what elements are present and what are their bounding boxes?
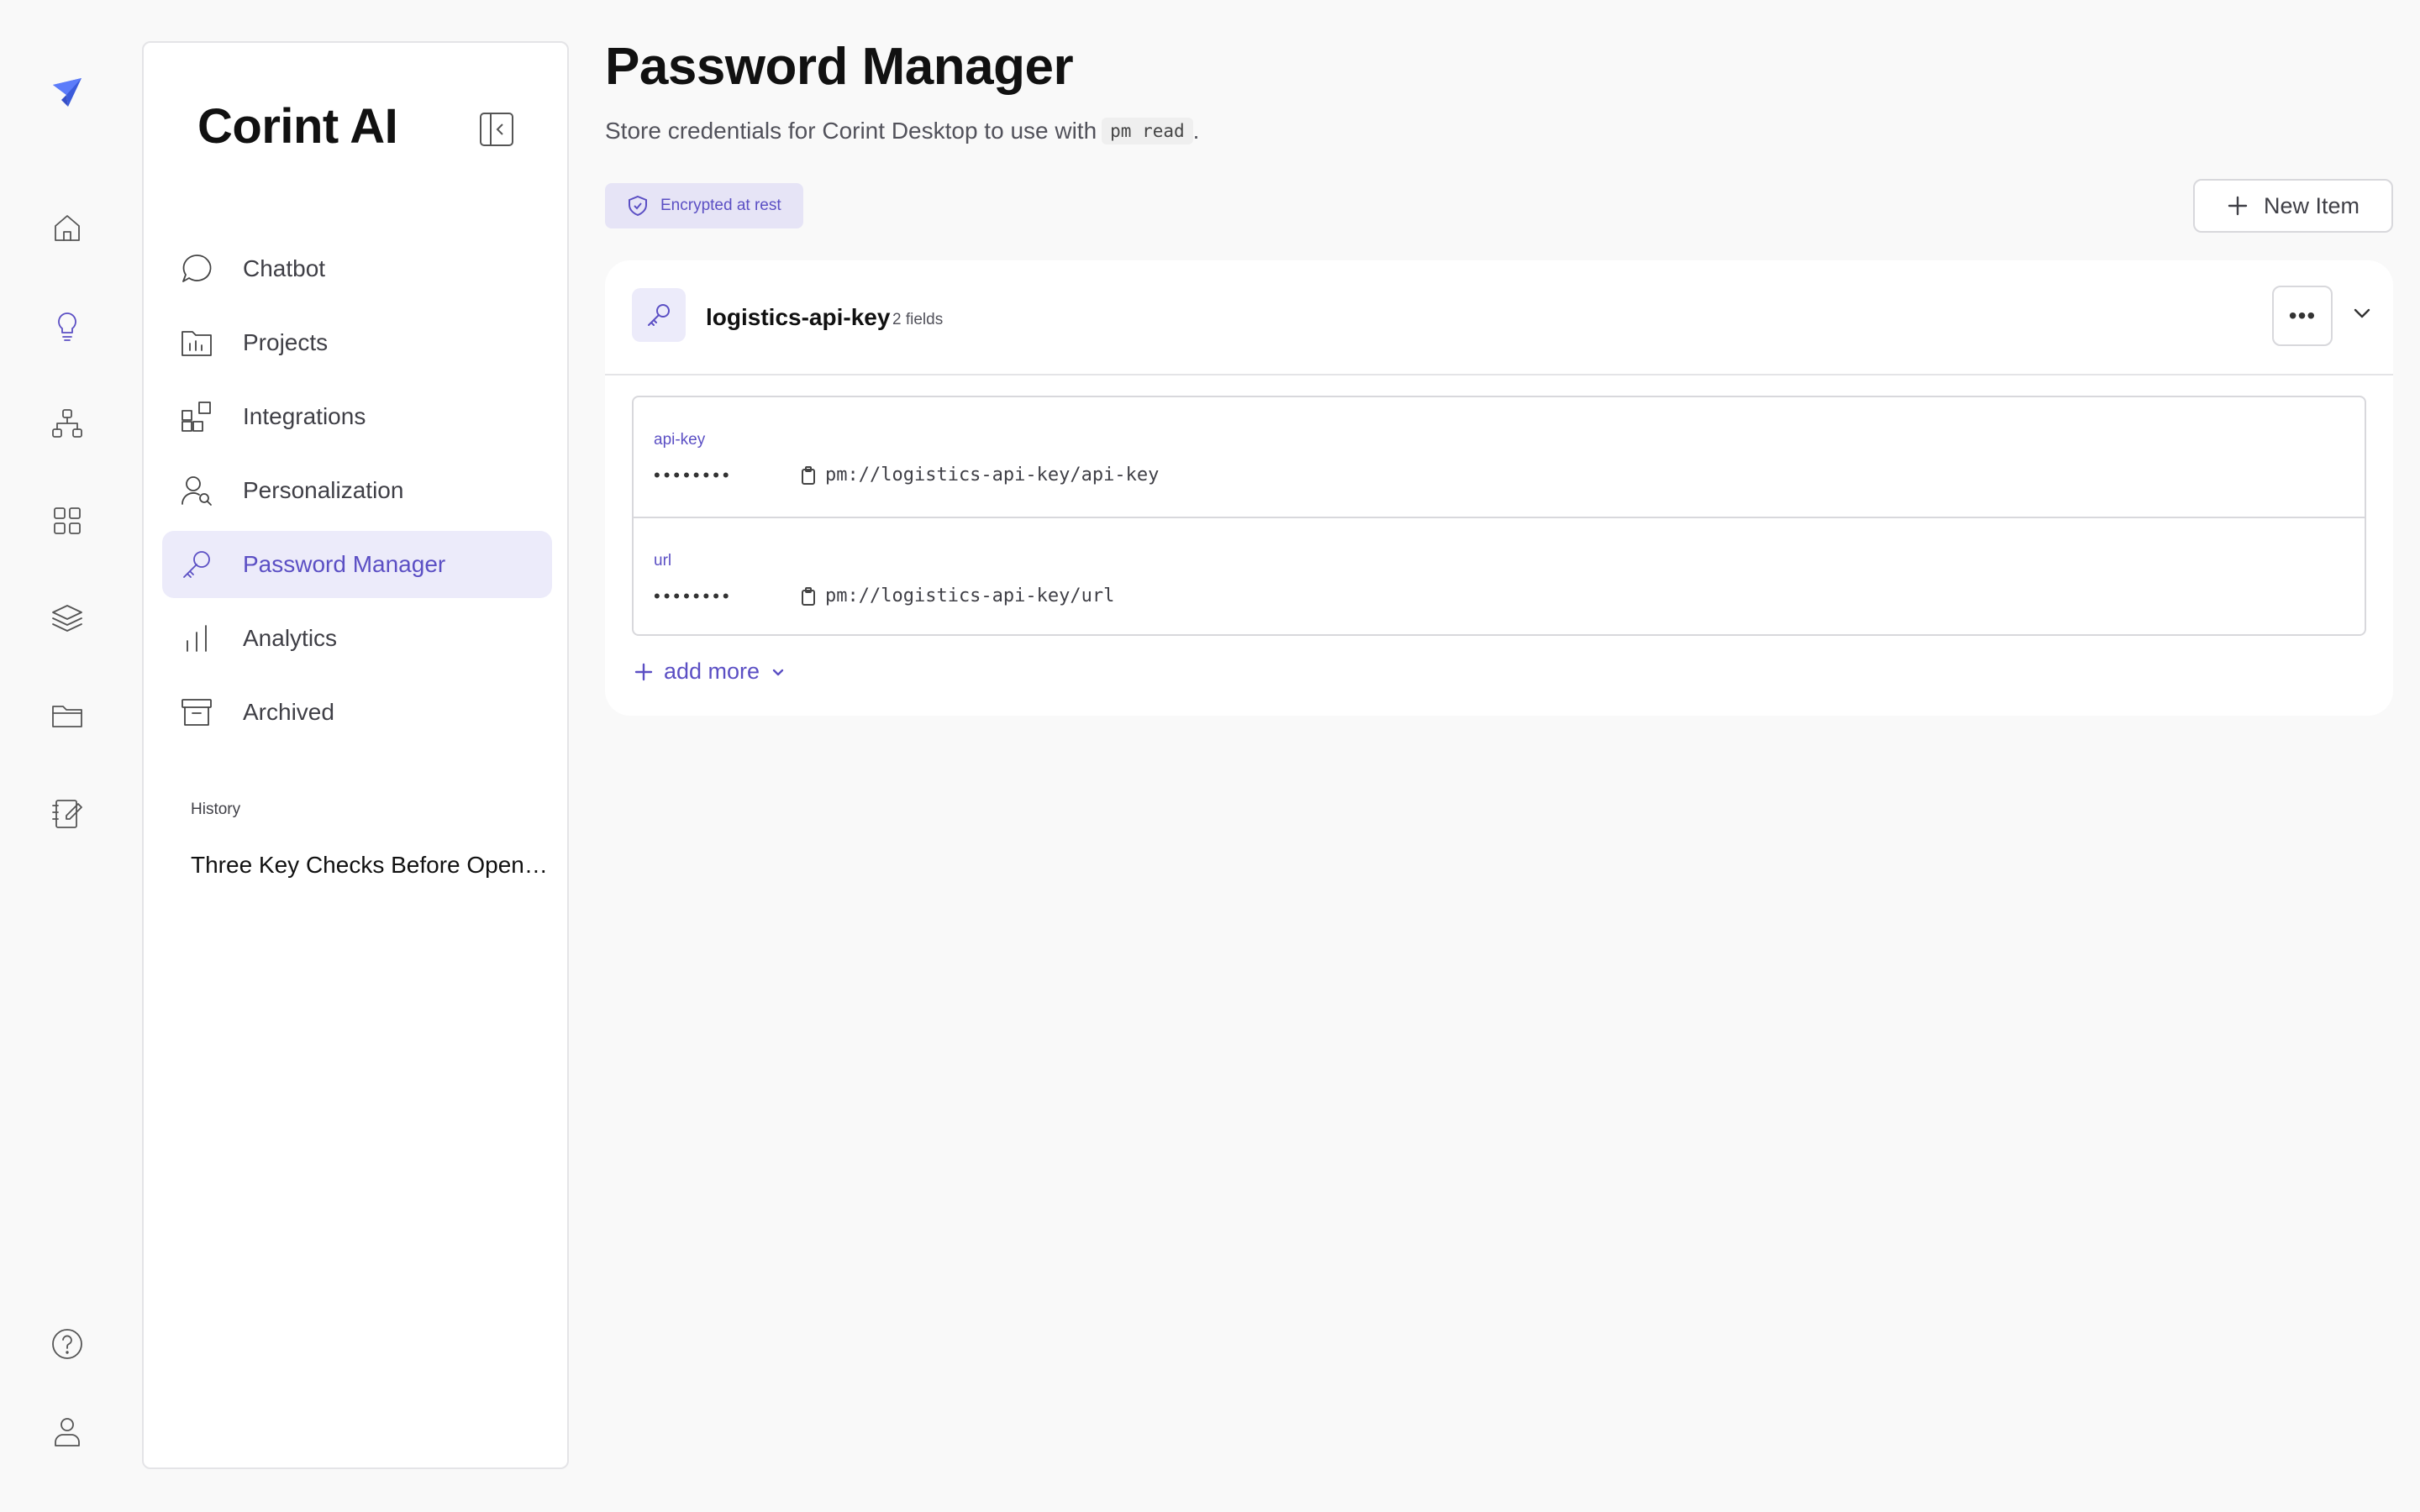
sidebar-item-archived[interactable]: Archived: [162, 679, 552, 746]
masked-value[interactable]: ••••••••: [654, 585, 733, 607]
help-icon[interactable]: [42, 1319, 92, 1369]
page-title: Password Manager: [605, 38, 1074, 96]
history-heading: History: [191, 801, 241, 818]
history-item[interactable]: Three Key Checks Before Opening a Busine…: [191, 852, 552, 879]
field-reference[interactable]: pm://logistics-api-key/api-key: [825, 465, 1159, 486]
logo-icon[interactable]: [42, 67, 92, 118]
field-row-url: url •••••••• pm://logistics-api-key/url: [634, 517, 2365, 634]
new-item-button[interactable]: New Item: [2193, 179, 2393, 233]
sidebar-item-integrations[interactable]: Integrations: [162, 383, 552, 450]
more-options-button[interactable]: •••: [2272, 286, 2333, 346]
field-row-api-key: api-key •••••••• pm://logistics-api-key/…: [634, 397, 2365, 517]
encrypted-badge-label: Encrypted at rest: [660, 197, 781, 214]
credential-name: logistics-api-key: [706, 304, 891, 330]
sidebar-item-label: Chatbot: [243, 255, 326, 281]
chevron-down-icon[interactable]: [2349, 301, 2383, 334]
user-icon[interactable]: [42, 1406, 92, 1457]
add-more-button[interactable]: add more: [634, 659, 786, 685]
collapse-sidebar-icon[interactable]: [477, 110, 516, 149]
credential-card: logistics-api-key 2 fields ••• api-key •…: [605, 260, 2393, 716]
field-label: url: [654, 552, 672, 570]
sidebar-item-label: Projects: [243, 329, 329, 355]
shield-check-icon: [627, 195, 649, 217]
subtitle-text: Store credentials for Corint Desktop to …: [605, 118, 1097, 144]
plus-icon: [2227, 195, 2249, 217]
page-subtitle: Store credentials for Corint Desktop to …: [605, 118, 1199, 144]
sidebar-item-projects[interactable]: Projects: [162, 309, 552, 376]
encrypted-badge: Encrypted at rest: [605, 183, 803, 228]
home-icon[interactable]: [42, 203, 92, 254]
lightbulb-icon[interactable]: [42, 301, 92, 351]
sidebar-item-label: Personalization: [243, 477, 404, 503]
sidebar-item-label: Integrations: [243, 403, 366, 429]
sidebar-item-personalization[interactable]: Personalization: [162, 457, 552, 524]
new-item-label: New Item: [2263, 192, 2360, 218]
edit-note-icon[interactable]: [42, 788, 92, 838]
sidebar-item-label: Archived: [243, 699, 334, 725]
folder-icon[interactable]: [42, 690, 92, 741]
clipboard-icon[interactable]: [798, 465, 820, 487]
clipboard-icon[interactable]: [798, 586, 820, 608]
field-label: api-key: [654, 431, 706, 449]
bar-chart-icon: [179, 621, 214, 656]
projects-folder-icon: [179, 325, 214, 360]
sidebar-item-chatbot[interactable]: Chatbot: [162, 235, 552, 302]
key-icon: [179, 547, 214, 582]
subtitle-suffix: .: [1192, 118, 1200, 144]
archive-icon: [179, 695, 214, 730]
sidebar-item-analytics[interactable]: Analytics: [162, 605, 552, 672]
person-search-icon: [179, 473, 214, 508]
field-reference[interactable]: pm://logistics-api-key/url: [825, 585, 1114, 606]
integrations-icon: [179, 399, 214, 434]
sidebar-nav: Chatbot Projects Integrations Personaliz…: [162, 235, 552, 753]
sitemap-icon[interactable]: [42, 398, 92, 449]
masked-value[interactable]: ••••••••: [654, 465, 733, 486]
chat-bubble-icon: [179, 251, 214, 286]
grid-icon[interactable]: [42, 496, 92, 546]
sidebar-item-password-manager[interactable]: Password Manager: [162, 531, 552, 598]
key-icon: [632, 288, 686, 342]
chevron-down-icon: [770, 664, 786, 680]
credential-card-header[interactable]: logistics-api-key 2 fields •••: [605, 260, 2393, 375]
brand-title: Corint AI: [197, 99, 398, 154]
add-more-label: add more: [664, 659, 760, 684]
sidebar-item-label: Password Manager: [243, 551, 446, 577]
field-count: 2 fields: [892, 311, 944, 328]
sidebar-item-label: Analytics: [243, 625, 338, 651]
subtitle-code: pm read: [1102, 118, 1193, 144]
plus-icon: [634, 662, 654, 682]
layers-icon[interactable]: [42, 593, 92, 643]
fields-list: api-key •••••••• pm://logistics-api-key/…: [632, 396, 2366, 636]
sidebar: Corint AI Chatbot Projects Integrations: [142, 41, 569, 1469]
icon-rail: [0, 0, 134, 1512]
